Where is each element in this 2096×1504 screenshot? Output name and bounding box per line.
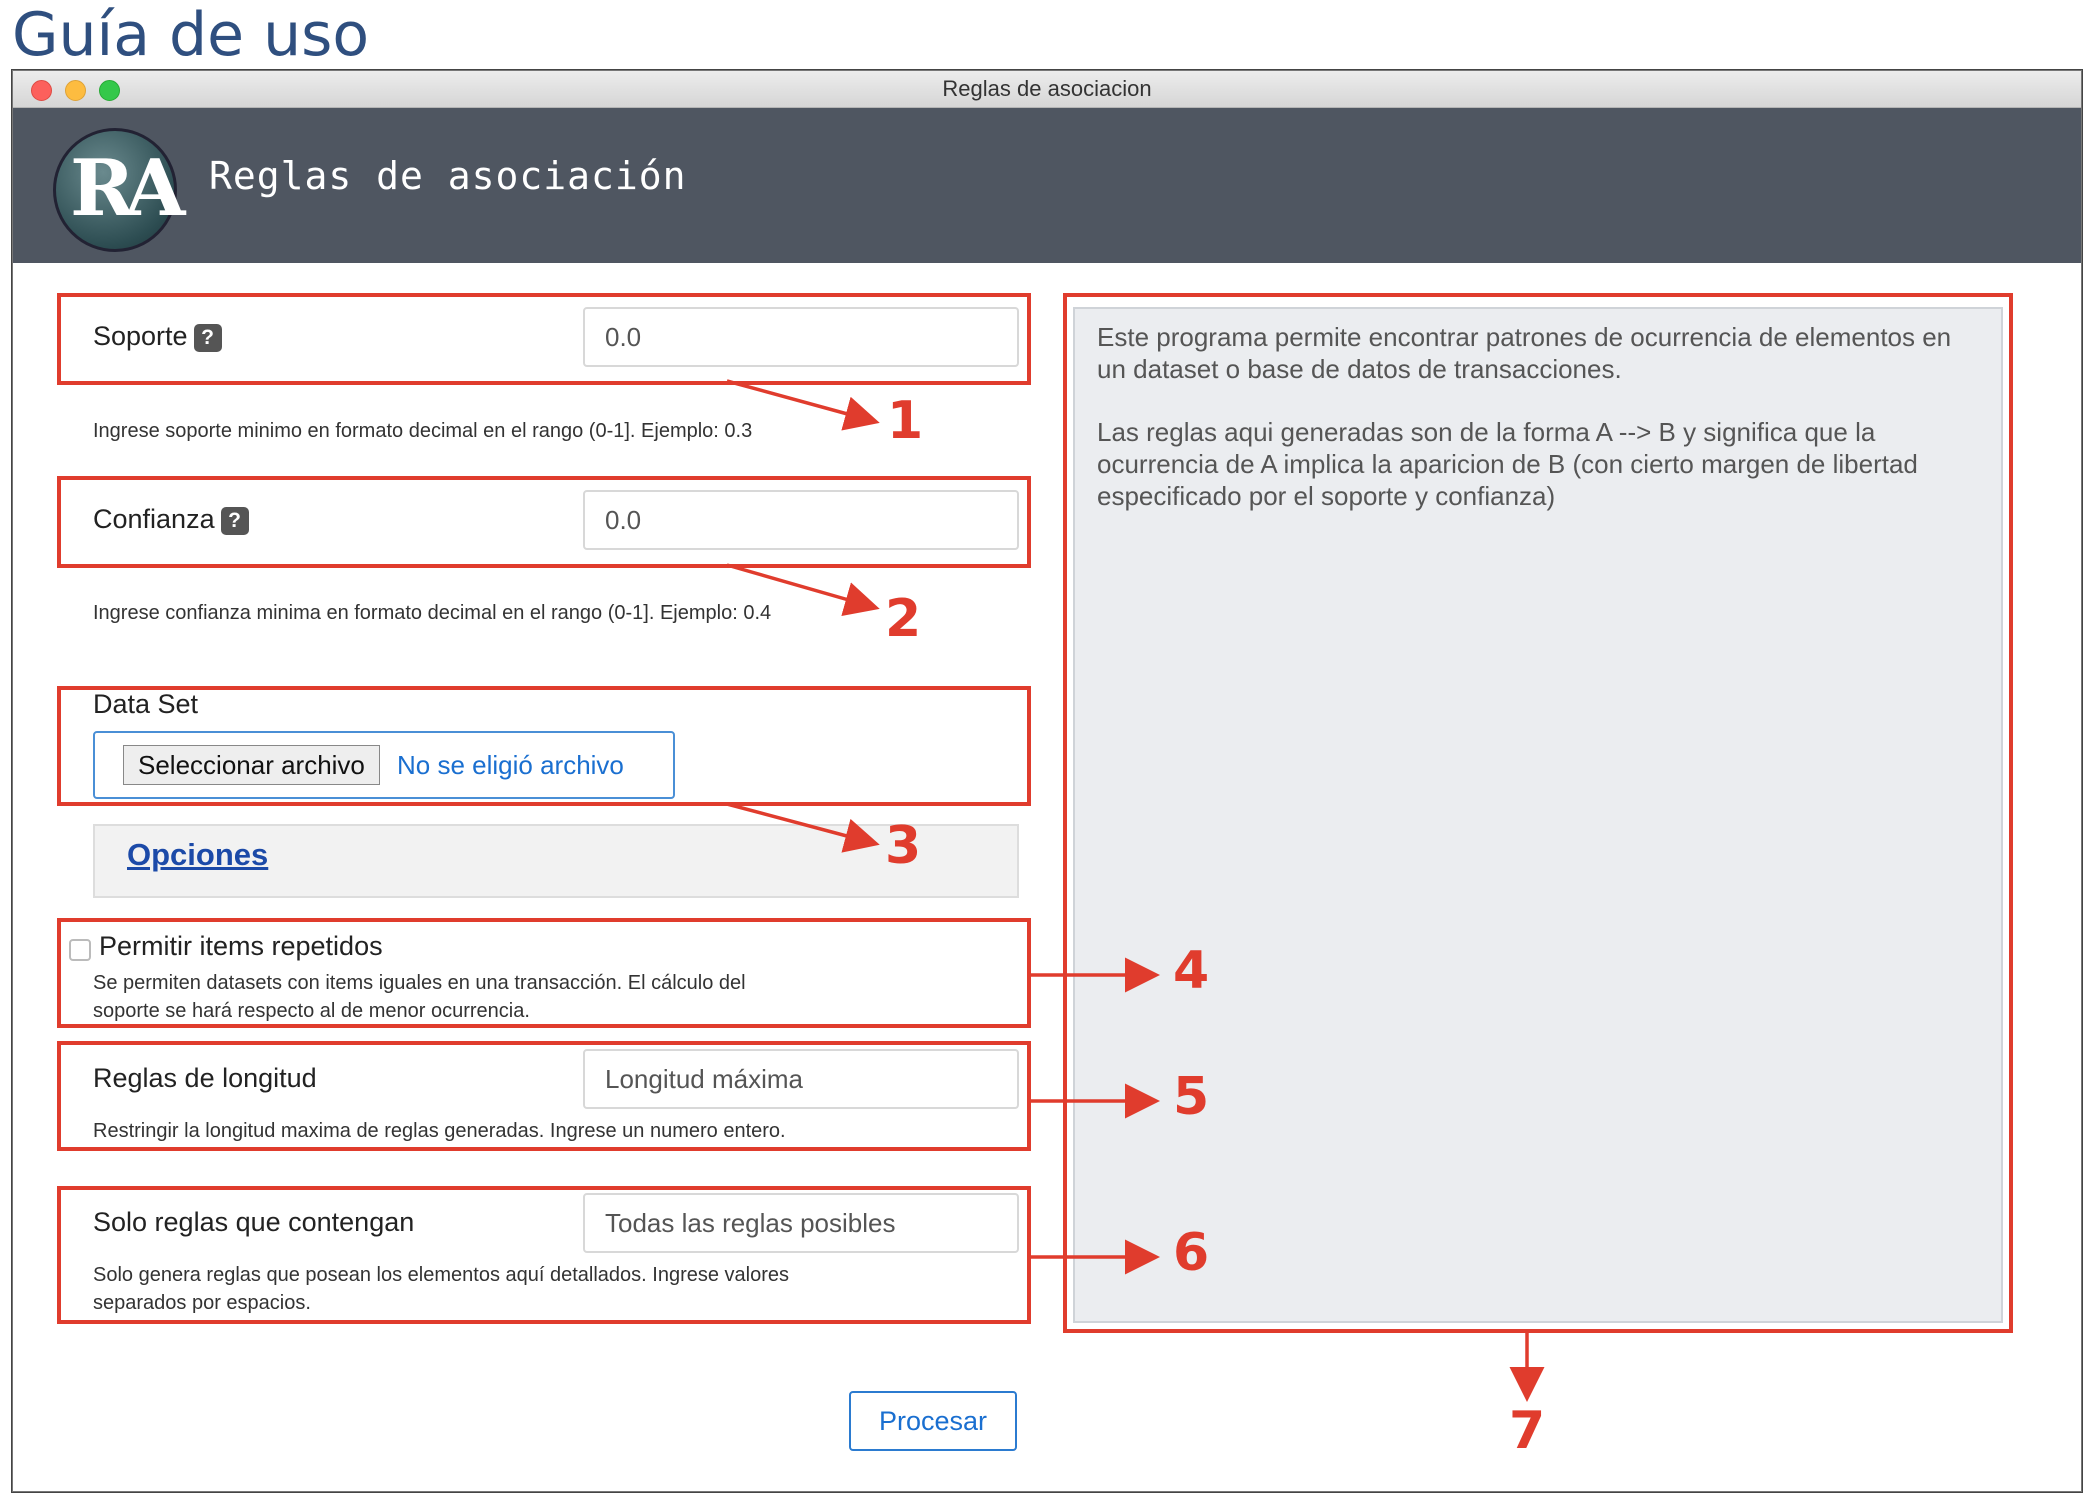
arrow-1 xyxy=(726,379,880,431)
arrow-3 xyxy=(726,802,880,853)
guide-title: Guía de uso xyxy=(12,0,370,70)
arrow-2 xyxy=(726,563,880,617)
app-window: Reglas de asociacion RA Reglas de asocia… xyxy=(12,70,2082,1492)
annotation-arrows xyxy=(726,379,1545,1402)
